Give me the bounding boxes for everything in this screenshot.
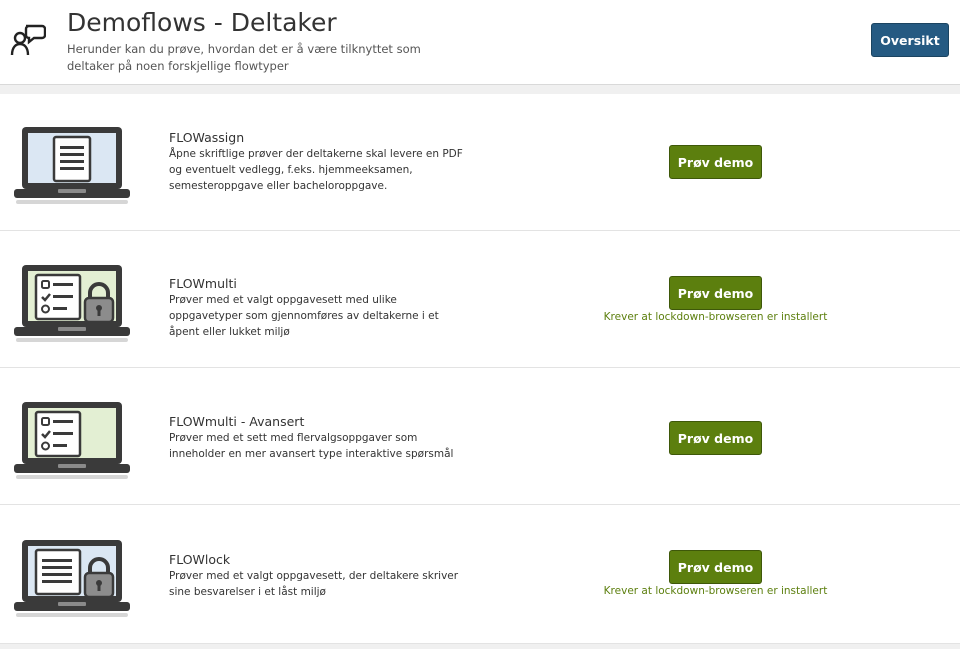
lockdown-requirement-note: Krever at lockdown-browseren er installe… — [603, 585, 828, 597]
flow-row-lock: FLOWlock Prøver med et valgt oppgavesett… — [0, 505, 960, 644]
laptop-checklist-icon — [14, 402, 130, 479]
page-subtitle: Herunder kan du prøve, hvordan det er å … — [67, 42, 421, 73]
lockdown-requirement-note: Krever at lockdown-browseren er installe… — [603, 311, 828, 323]
try-demo-button-lock[interactable]: Prøv demo — [669, 550, 762, 584]
laptop-document-icon — [14, 127, 130, 204]
flow-description: Prøver med et valgt oppgavesett, der del… — [169, 570, 459, 598]
flow-name: FLOWassign — [169, 130, 245, 145]
flow-description: Prøver med et sett med flervalgsoppgaver… — [169, 432, 454, 460]
flow-row-multi-advanced: FLOWmulti - Avansert Prøver med et sett … — [0, 368, 960, 505]
laptop-checklist-lock-icon — [14, 265, 130, 342]
flow-name: FLOWmulti - Avansert — [169, 414, 305, 429]
overview-button[interactable]: Oversikt — [871, 23, 949, 57]
page-header: Demoflows - Deltaker Herunder kan du prø… — [0, 0, 960, 85]
participant-chat-icon — [10, 24, 46, 56]
page-title: Demoflows - Deltaker — [67, 8, 337, 37]
flow-name: FLOWmulti — [169, 276, 237, 291]
flow-description: Åpne skriftlige prøver der deltakerne sk… — [169, 148, 463, 192]
flow-list: FLOWassign Åpne skriftlige prøver der de… — [0, 94, 960, 644]
flow-description: Prøver med et valgt oppgavesett med ulik… — [169, 294, 439, 338]
try-demo-button-assign[interactable]: Prøv demo — [669, 145, 762, 179]
flow-name: FLOWlock — [169, 552, 231, 567]
try-demo-button-multi-advanced[interactable]: Prøv demo — [669, 421, 762, 455]
try-demo-button-multi[interactable]: Prøv demo — [669, 276, 762, 310]
flow-row-assign: FLOWassign Åpne skriftlige prøver der de… — [0, 94, 960, 231]
flow-row-multi: FLOWmulti Prøver med et valgt oppgaveset… — [0, 231, 960, 368]
laptop-document-lock-icon — [14, 540, 130, 617]
